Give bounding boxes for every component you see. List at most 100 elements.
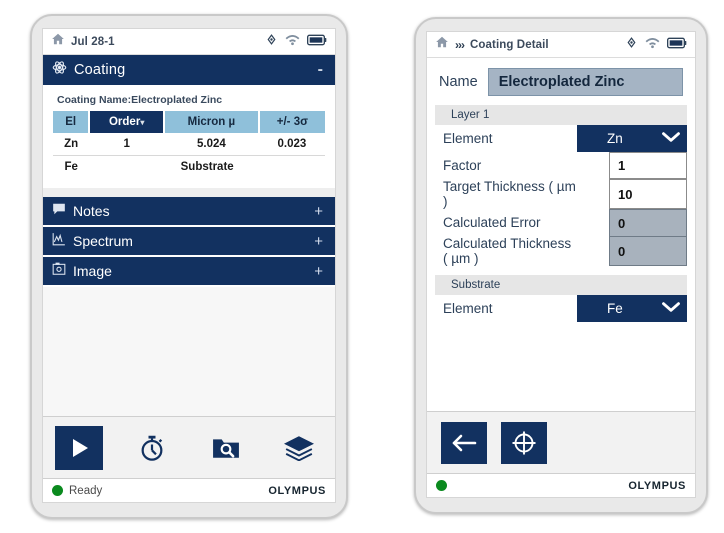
name-label: Name: [439, 74, 478, 90]
field-row-substrate-element[interactable]: Element Fe: [427, 295, 695, 322]
expand-icon[interactable]: +: [314, 233, 326, 250]
target-thickness-input[interactable]: 10: [609, 179, 687, 209]
section-gap: [43, 188, 335, 197]
screen-left: Jul 28-1 Coating - Coating Name:Electrop…: [42, 28, 336, 503]
wifi-icon: [285, 33, 300, 51]
substrate-element-select[interactable]: Fe: [577, 295, 687, 322]
timer-button[interactable]: [129, 426, 177, 470]
status-indicator-dot: [52, 485, 63, 496]
field-row-calculated-error: Calculated Error 0: [427, 209, 695, 236]
accordion-label: Image: [73, 263, 112, 279]
field-row-target-thickness[interactable]: Target Thickness ( µm ) 10: [427, 179, 695, 209]
image-icon: [52, 262, 66, 281]
status-title: Jul 28-1: [71, 35, 115, 48]
factor-input[interactable]: 1: [609, 152, 687, 179]
group-header-substrate: Substrate: [435, 275, 687, 295]
toolbar-left: [43, 416, 335, 478]
expand-icon[interactable]: +: [314, 203, 326, 220]
group-header-layer: Layer 1: [435, 105, 687, 125]
layers-button[interactable]: [276, 426, 324, 470]
screenshot-root: Jul 28-1 Coating - Coating Name:Electrop…: [0, 0, 724, 533]
chevron-down-icon: [661, 130, 681, 147]
status-text: Ready: [69, 484, 103, 497]
status-bar-left: Jul 28-1: [43, 29, 335, 55]
column-header-el[interactable]: El: [53, 111, 91, 133]
chevron-down-icon: [661, 300, 681, 317]
battery-icon: [307, 33, 327, 51]
status-title: Coating Detail: [470, 38, 549, 51]
home-icon[interactable]: [435, 35, 449, 54]
field-row-calculated-thickness: Calculated Thickness ( µm ) 0: [427, 236, 695, 266]
field-row-element[interactable]: Element Zn: [427, 125, 695, 152]
atom-icon: [52, 60, 67, 80]
footer-right: OLYMPUS: [427, 473, 695, 497]
coating-name-label: Coating Name:Electroplated Zinc: [57, 94, 223, 106]
field-value: Zn: [607, 131, 623, 146]
column-header-sigma[interactable]: +/- 3σ: [258, 111, 325, 133]
cell-element: Zn: [53, 133, 90, 156]
device-left: Jul 28-1 Coating - Coating Name:Electrop…: [30, 14, 348, 519]
table-row[interactable]: Zn 1 5.024 0.023: [53, 133, 325, 156]
content-filler: [427, 322, 695, 411]
calculated-thickness-value: 0: [609, 236, 687, 266]
accordion-notes[interactable]: Notes +: [43, 197, 335, 227]
field-label: Target Thickness ( µm ): [443, 179, 576, 209]
battery-icon: [667, 36, 687, 54]
detail-form: Name Electroplated Zinc Layer 1 Element …: [427, 58, 695, 322]
spectrum-icon: [52, 232, 66, 251]
field-label: Element: [443, 131, 493, 146]
notes-icon: [52, 202, 66, 221]
group-gap: [427, 266, 695, 275]
cell-substrate: Substrate: [89, 155, 325, 178]
field-label: Element: [443, 301, 493, 316]
cell-sigma: 0.023: [258, 133, 325, 156]
gps-icon: [265, 33, 278, 51]
accordion-label: Spectrum: [73, 233, 133, 249]
accordion-image[interactable]: Image +: [43, 257, 335, 287]
content-filler: [43, 287, 335, 416]
name-input[interactable]: Electroplated Zinc: [487, 68, 683, 96]
status-icons-left: [265, 33, 327, 51]
element-select[interactable]: Zn: [577, 125, 687, 152]
field-value: Fe: [607, 301, 623, 316]
home-icon[interactable]: [51, 32, 65, 51]
breadcrumb[interactable]: ›››: [455, 37, 465, 52]
toolbar-right: [427, 411, 695, 473]
cell-order: 1: [89, 133, 164, 156]
status-indicator-dot: [436, 480, 447, 491]
calculated-error-value: 0: [609, 209, 687, 236]
back-button[interactable]: [441, 421, 487, 464]
field-label: Calculated Thickness ( µm ): [443, 236, 572, 266]
start-test-button[interactable]: [55, 425, 103, 470]
table-row[interactable]: Fe Substrate: [53, 155, 325, 178]
expand-icon[interactable]: +: [314, 263, 326, 280]
browse-files-button[interactable]: [202, 426, 250, 470]
table-header-row: El Order▾ Micron µ +/- 3σ: [53, 111, 325, 133]
footer-left: Ready OLYMPUS: [43, 478, 335, 502]
cell-micron: 5.024: [164, 133, 259, 156]
column-header-micron[interactable]: Micron µ: [164, 111, 260, 133]
gps-icon: [625, 36, 638, 54]
coating-table: El Order▾ Micron µ +/- 3σ Zn 1 5.024 0.0…: [53, 111, 325, 178]
coating-section-header[interactable]: Coating -: [43, 55, 335, 85]
calibrate-button[interactable]: [501, 421, 547, 464]
breadcrumb-chevrons: ›››: [455, 37, 465, 52]
status-bar-right: ››› Coating Detail: [427, 32, 695, 58]
brand-logo: OLYMPUS: [628, 479, 686, 492]
accordion-label: Notes: [73, 203, 110, 219]
column-header-order[interactable]: Order▾: [89, 111, 165, 133]
wifi-icon: [645, 36, 660, 54]
coating-section-label: Coating: [74, 62, 126, 78]
cell-element: Fe: [53, 155, 90, 178]
coating-body: Coating Name:Electroplated Zinc El Order…: [43, 85, 335, 188]
accordion-spectrum[interactable]: Spectrum +: [43, 227, 335, 257]
brand-logo: OLYMPUS: [268, 484, 326, 497]
field-label: Calculated Error: [443, 215, 541, 230]
screen-right: ››› Coating Detail Name Electroplated Zi…: [426, 31, 696, 498]
device-right: ››› Coating Detail Name Electroplated Zi…: [414, 17, 708, 514]
field-label: Factor: [443, 158, 482, 173]
collapse-toggle[interactable]: -: [318, 62, 326, 78]
status-icons-right: [625, 36, 687, 54]
field-row-factor[interactable]: Factor 1: [427, 152, 695, 179]
name-row: Name Electroplated Zinc: [427, 65, 695, 105]
